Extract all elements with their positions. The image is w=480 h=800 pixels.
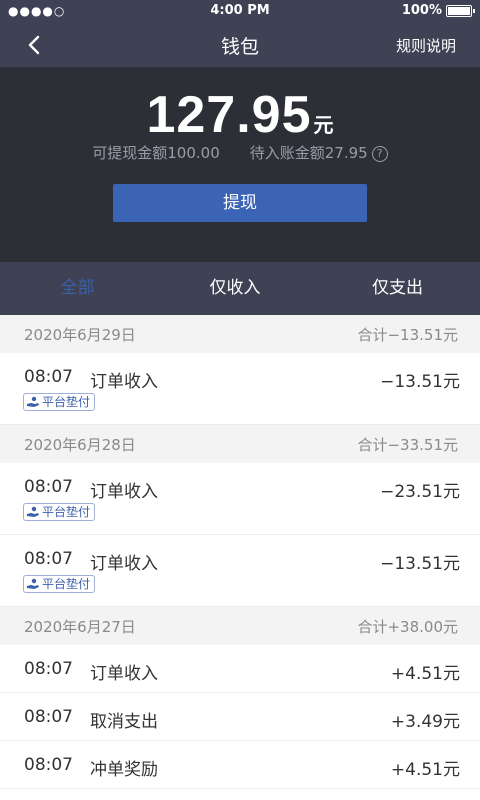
balance-panel: 127.95 元 可提现金额100.00 待入账金额27.95? 提现 [0,67,480,262]
nav-bar: 钱包 规则说明 [0,22,480,67]
tab-expense-only[interactable]: 仅支出 [315,262,480,315]
group-date: 2020年6月29日 [24,326,136,344]
date-group-header: 2020年6月28日 合计−33.51元 [0,425,480,463]
tag-label: 平台垫付 [42,505,91,519]
transaction-row[interactable]: 08:07 订单收入 +4.51元 [0,645,480,693]
transaction-amount: +4.51元 [390,664,460,684]
group-total: 合计−13.51元 [357,326,458,344]
transaction-row[interactable]: 08:07 冲单奖励 +4.51元 [0,741,480,789]
transaction-row[interactable]: 08:07 订单收入 −13.51元 平台垫付 [0,535,480,607]
transaction-title: 订单收入 [90,664,158,684]
transaction-time: 08:07 [24,549,73,569]
balance-breakdown: 可提现金额100.00 待入账金额27.95? [0,142,480,163]
balance-total: 127.95 元 [0,85,480,145]
withdraw-button[interactable]: 提现 [113,184,367,222]
balance-unit: 元 [313,113,334,137]
group-date: 2020年6月27日 [24,618,136,636]
group-total: 合计−33.51元 [357,436,458,454]
balance-amount: 127.95 [146,86,312,144]
date-group-header: 2020年6月27日 合计+38.00元 [0,607,480,645]
battery-label: 100% [401,3,442,18]
tag-label: 平台垫付 [42,577,91,591]
group-date: 2020年6月28日 [24,436,136,454]
transaction-time: 08:07 [24,367,73,387]
filter-tabs: 全部 仅收入 仅支出 [0,262,480,315]
hand-coin-icon [27,578,39,589]
transaction-time: 08:07 [24,707,73,727]
transaction-title: 订单收入 [90,554,158,574]
status-bar: ●●●●○ 4:00 PM 100% [0,0,480,22]
tab-income-only[interactable]: 仅收入 [155,262,315,315]
transaction-row[interactable]: 08:07 订单收入 −13.51元 平台垫付 [0,353,480,425]
group-total: 合计+38.00元 [357,618,458,636]
transaction-title: 冲单奖励 [90,760,158,780]
hand-coin-icon [27,506,39,517]
transaction-title: 订单收入 [90,482,158,502]
rules-link[interactable]: 规则说明 [396,35,456,56]
platform-advance-tag: 平台垫付 [23,503,96,521]
transaction-amount: +3.49元 [390,712,460,732]
tab-all[interactable]: 全部 [0,262,155,315]
pending-amount: 待入账金额27.95 [249,144,368,162]
transaction-time: 08:07 [24,755,73,775]
date-group-header: 2020年6月29日 合计−13.51元 [0,315,480,353]
tag-label: 平台垫付 [42,395,91,409]
transaction-list[interactable]: 2020年6月29日 合计−13.51元 08:07 订单收入 −13.51元 … [0,315,480,800]
transaction-row[interactable]: 08:07 取消支出 +3.49元 [0,693,480,741]
hand-coin-icon [27,396,39,407]
battery-indicator: 100% [401,3,475,18]
withdrawable-amount: 可提现金额100.00 [92,144,220,162]
transaction-row[interactable]: 08:07 订单收入 −23.51元 平台垫付 [0,463,480,535]
platform-advance-tag: 平台垫付 [23,393,96,411]
transaction-title: 取消支出 [90,712,158,732]
question-circle-icon[interactable]: ? [371,146,388,162]
transaction-time: 08:07 [24,477,73,497]
transaction-title: 订单收入 [90,372,158,392]
battery-icon [446,4,475,17]
transaction-amount: +4.51元 [390,760,460,780]
transaction-amount: −13.51元 [380,554,460,574]
transaction-amount: −23.51元 [380,482,460,502]
platform-advance-tag: 平台垫付 [23,575,96,593]
transaction-amount: −13.51元 [380,372,460,392]
transaction-time: 08:07 [24,659,73,679]
